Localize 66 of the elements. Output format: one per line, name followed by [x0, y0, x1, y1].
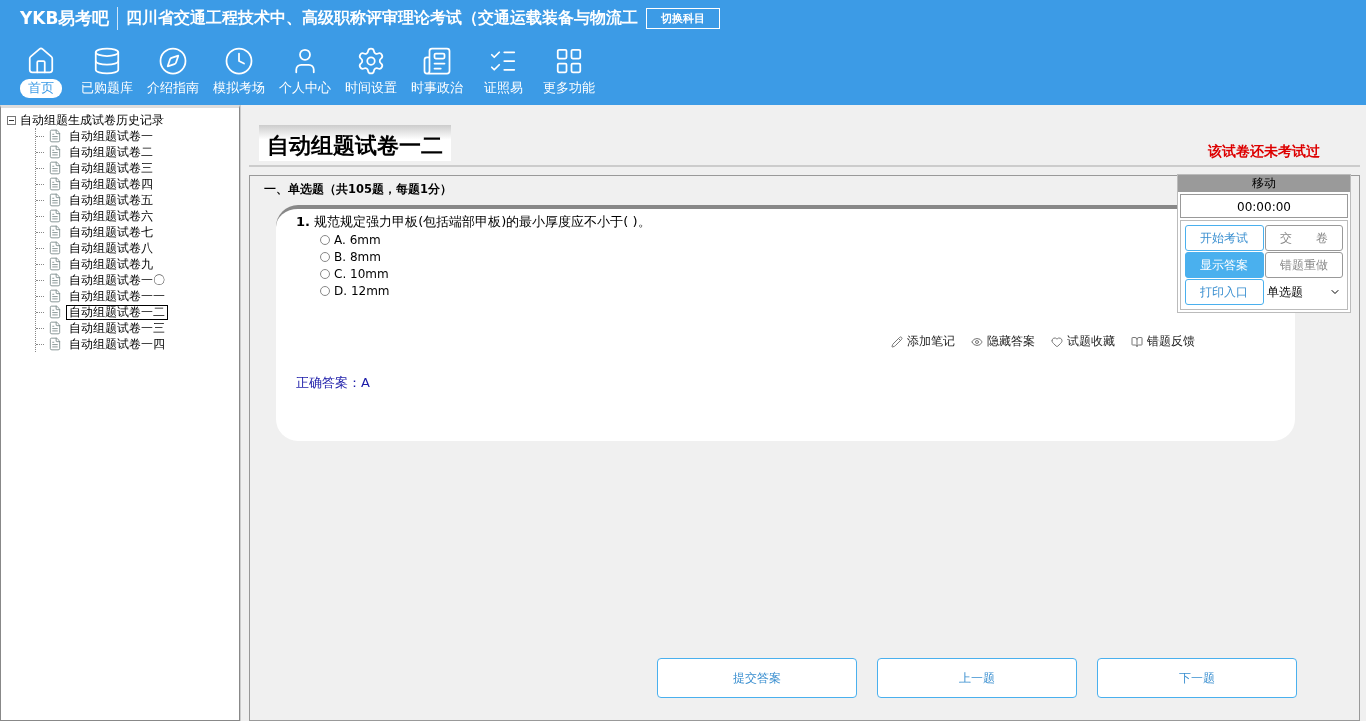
document-icon	[48, 305, 62, 319]
question-type-select[interactable]: 单选题	[1264, 279, 1343, 305]
option-text: B. 8mm	[334, 249, 381, 264]
document-icon	[48, 241, 62, 255]
nav-button[interactable]: 提交答案	[657, 658, 857, 698]
tree-item[interactable]: 自动组题试卷一三	[66, 320, 168, 336]
newspaper-icon	[422, 46, 452, 76]
exam-title: 四川省交通工程技术中、高级职称评审理论考试（交通运载装备与物流工	[126, 7, 639, 29]
tree-item[interactable]: 自动组题试卷一四	[66, 336, 168, 352]
clock-icon	[224, 46, 254, 76]
document-icon	[48, 225, 62, 239]
document-icon	[48, 289, 62, 303]
compass-icon	[158, 46, 188, 76]
book-icon	[1131, 335, 1143, 348]
question-action[interactable]: 错题反馈	[1131, 333, 1195, 350]
panel-button[interactable]: 错题重做	[1264, 252, 1343, 278]
paper-status: 该试卷还未考试过	[1208, 143, 1320, 161]
home-icon	[26, 46, 56, 76]
nav-button[interactable]: 上一题	[877, 658, 1077, 698]
document-icon	[48, 321, 62, 335]
correct-answer: 正确答案：A	[296, 374, 371, 392]
settings-icon	[356, 46, 386, 76]
paper-title: 自动组题试卷一二	[259, 125, 451, 161]
eye-icon	[971, 335, 983, 348]
move-handle[interactable]: 移动	[1178, 175, 1350, 192]
tree-item[interactable]: 自动组题试卷二	[66, 144, 156, 160]
tree-item[interactable]: 自动组题试卷一二	[66, 304, 168, 320]
option-text: D. 12mm	[334, 283, 390, 298]
document-icon	[48, 129, 62, 143]
document-icon	[48, 145, 62, 159]
nav-button[interactable]: 下一题	[1097, 658, 1297, 698]
option-text: C. 10mm	[334, 266, 389, 281]
document-icon	[48, 257, 62, 271]
document-icon	[48, 273, 62, 287]
brand-logo: YKB易考吧	[20, 6, 119, 30]
panel-button[interactable]: 打印入口	[1185, 279, 1264, 305]
pencil-icon	[891, 335, 903, 348]
tree-item[interactable]: 自动组题试卷三	[66, 160, 156, 176]
tree-item[interactable]: 自动组题试卷五	[66, 192, 156, 208]
panel-button[interactable]: 交 卷	[1264, 225, 1343, 251]
tree-item[interactable]: 自动组题试卷一一	[66, 288, 168, 304]
panel-button[interactable]: 开始考试	[1185, 225, 1264, 251]
document-icon	[48, 209, 62, 223]
tree-root-label[interactable]: 自动组题生成试卷历史记录	[20, 111, 164, 129]
document-icon	[48, 161, 62, 175]
grid-icon	[554, 46, 584, 76]
heart-icon	[1051, 335, 1063, 348]
tree-item[interactable]: 自动组题试卷六	[66, 208, 156, 224]
timer: 00:00:00	[1180, 194, 1348, 218]
question-action[interactable]: 隐藏答案	[971, 333, 1035, 350]
question-text: 1. 规范规定强力甲板(包括端部甲板)的最小厚度应不小于( )。	[296, 213, 652, 231]
tree-item[interactable]: 自动组题试卷一	[66, 128, 156, 144]
collapse-toggle[interactable]	[7, 115, 16, 125]
tree-item[interactable]: 自动组题试卷八	[66, 240, 156, 256]
tree-item[interactable]: 自动组题试卷七	[66, 224, 156, 240]
question-action[interactable]: 添加笔记	[891, 333, 955, 350]
document-icon	[48, 193, 62, 207]
question-action[interactable]: 试题收藏	[1051, 333, 1115, 350]
section-heading: 一、单选题（共105题，每题1分）	[264, 182, 452, 197]
document-icon	[48, 177, 62, 191]
option-text: A. 6mm	[334, 232, 381, 247]
tree-item[interactable]: 自动组题试卷九	[66, 256, 156, 272]
tree-item[interactable]: 自动组题试卷四	[66, 176, 156, 192]
tree-item[interactable]: 自动组题试卷一〇	[66, 272, 168, 288]
document-icon	[48, 337, 62, 351]
database-icon	[92, 46, 122, 76]
